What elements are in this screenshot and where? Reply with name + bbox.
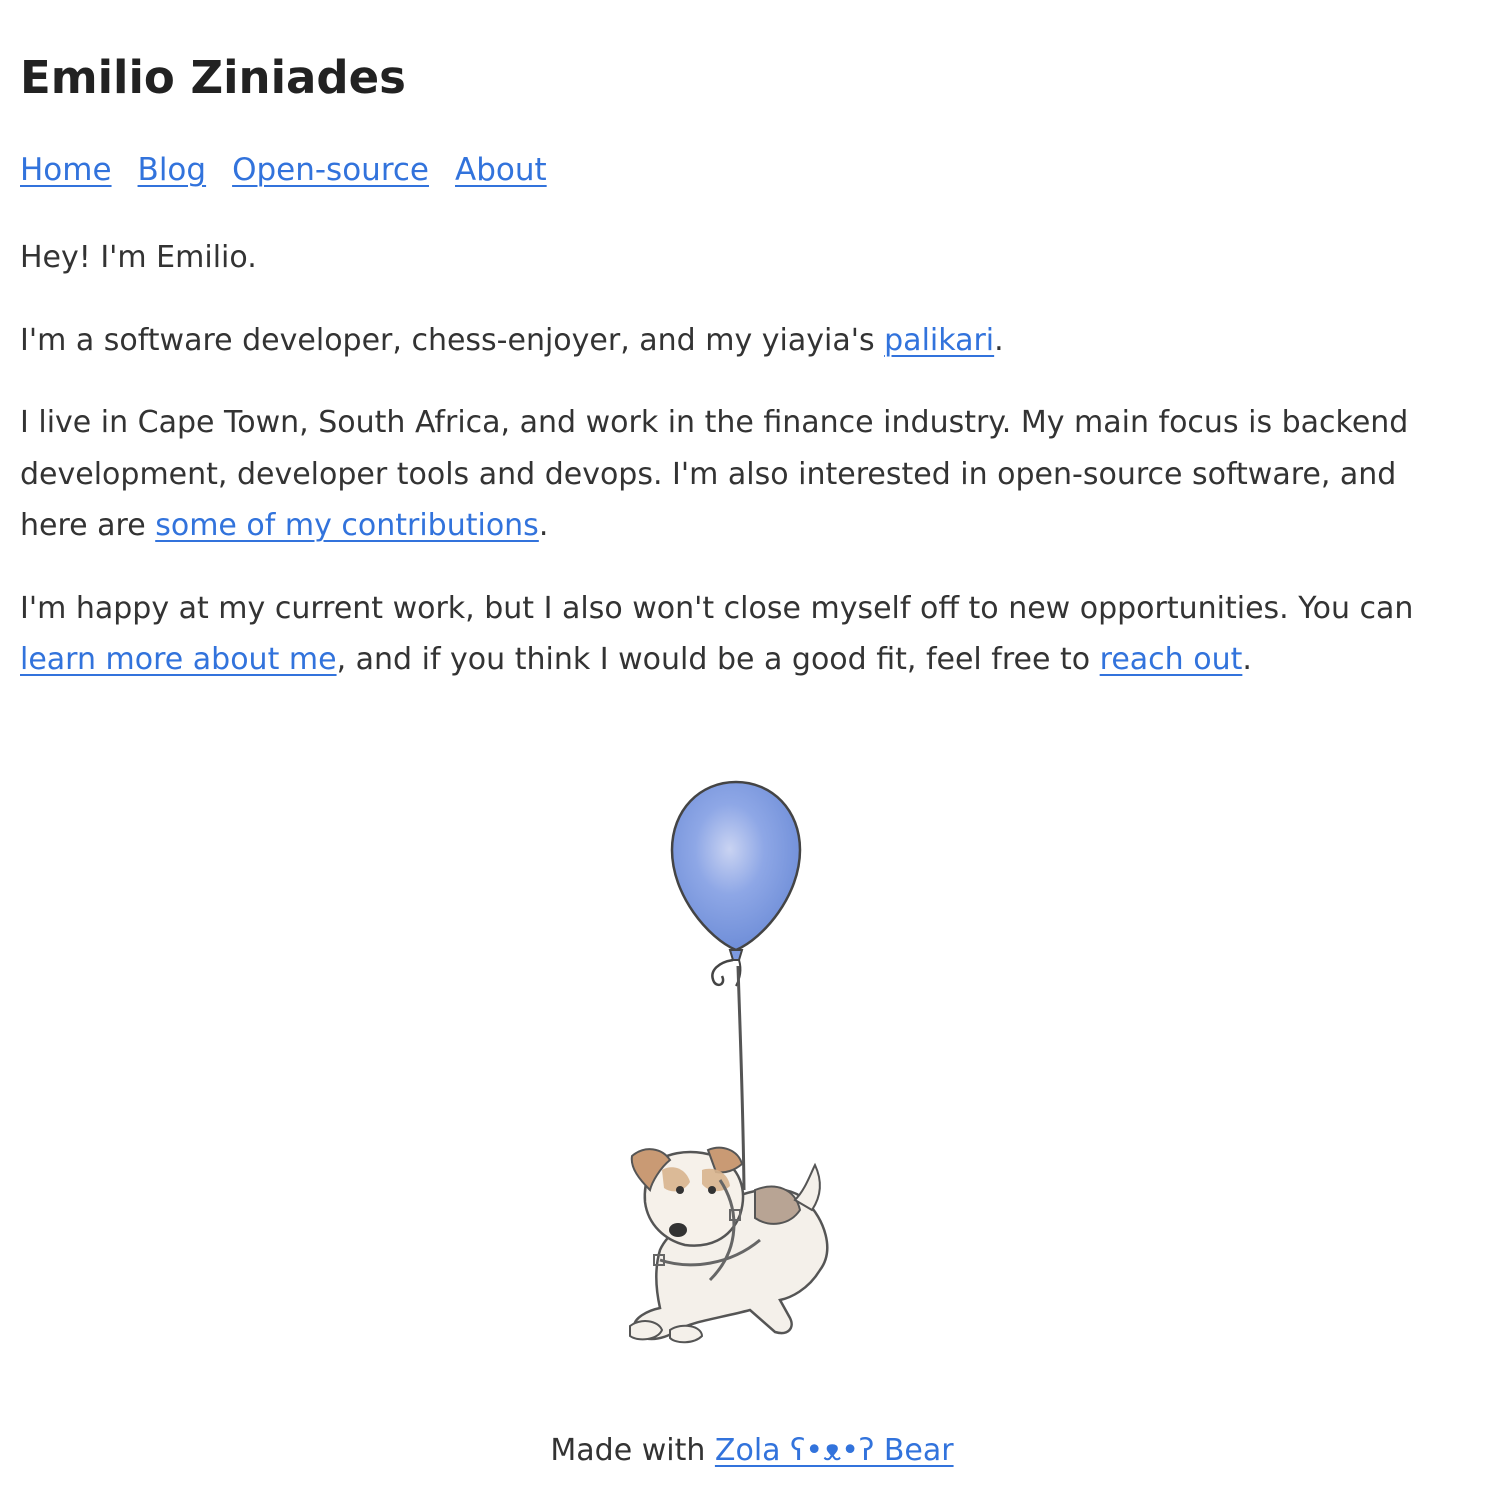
- reach-out-link[interactable]: reach out: [1100, 642, 1243, 677]
- greeting-paragraph: Hey! I'm Emilio.: [20, 240, 257, 275]
- palikari-link[interactable]: palikari: [884, 323, 994, 358]
- contributions-link[interactable]: some of my contributions: [155, 508, 539, 543]
- intro-period: .: [994, 322, 1004, 358]
- main-nav: Home Blog Open-source About: [20, 150, 573, 190]
- main-content: Hey! I'm Emilio. I'm a software develope…: [20, 232, 1450, 717]
- work-period: .: [538, 508, 549, 543]
- opportunities-text: I'm happy at my current work, but I also…: [20, 590, 1414, 626]
- opportunities-middle-text: , and if you think I would be a good fit…: [336, 642, 1100, 677]
- nav-open-source-link[interactable]: Open-source: [232, 152, 429, 188]
- opportunities-period: .: [1242, 642, 1252, 677]
- site-footer: Made with Zola ʕ•ᴥ•ʔ Bear: [0, 1426, 1504, 1476]
- opportunities-paragraph: I'm happy at my current work, but I also…: [20, 583, 1450, 686]
- nav-home-link[interactable]: Home: [20, 152, 112, 188]
- dog-with-balloon-illustration: [590, 770, 890, 1360]
- dog-icon: [629, 1146, 829, 1344]
- work-paragraph: I live in Cape Town, South Africa, and w…: [20, 397, 1450, 552]
- learn-more-link[interactable]: learn more about me: [20, 642, 337, 677]
- intro-paragraph: I'm a software developer, chess-enjoyer,…: [20, 315, 1450, 367]
- intro-text: I'm a software developer, chess-enjoyer,…: [20, 322, 885, 358]
- footer-prefix: Made with: [550, 1433, 715, 1468]
- nav-about-link[interactable]: About: [455, 152, 547, 188]
- nav-blog-link[interactable]: Blog: [138, 152, 207, 188]
- zola-bear-link[interactable]: Zola ʕ•ᴥ•ʔ Bear: [715, 1433, 954, 1468]
- site-title: Emilio Ziniades: [20, 51, 406, 104]
- balloon-icon: [670, 780, 802, 987]
